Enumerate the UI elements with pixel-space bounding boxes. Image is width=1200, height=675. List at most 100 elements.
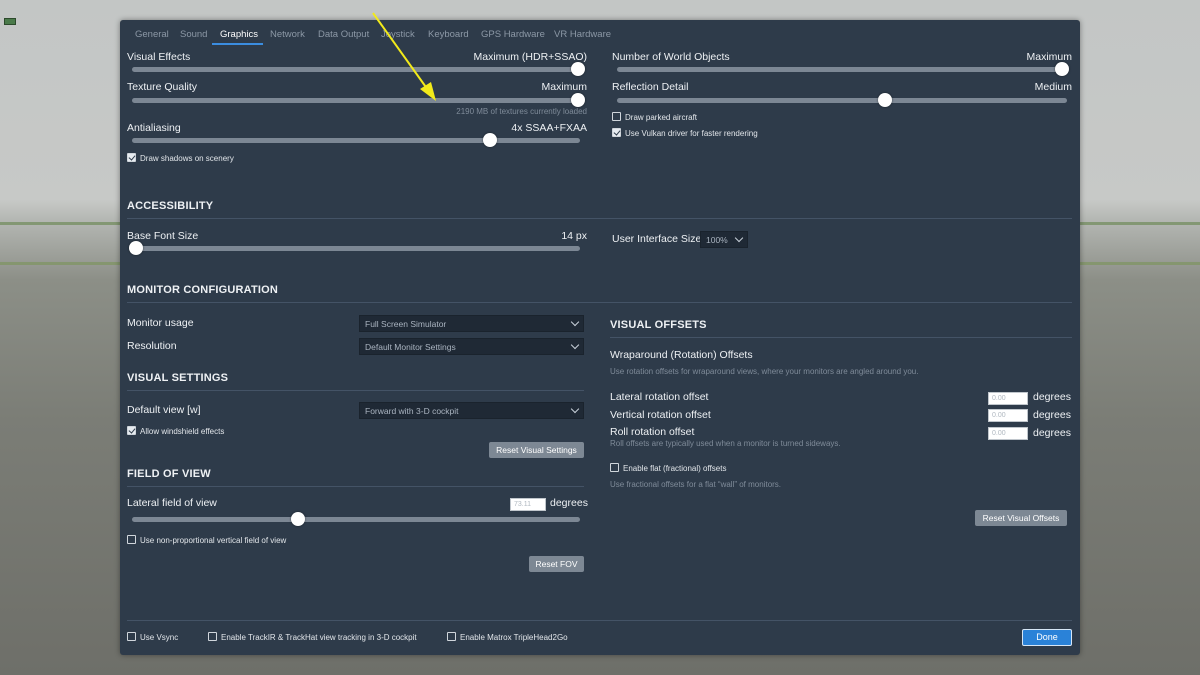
ui-size-dropdown[interactable]: 100% [700,231,748,248]
corner-indicator [4,18,16,25]
draw-shadows-label: Draw shadows on scenery [140,154,234,163]
default-view-dropdown[interactable]: Forward with 3-D cockpit [359,402,584,419]
windshield-label: Allow windshield effects [140,427,225,436]
vulkan-checkbox[interactable] [612,128,621,137]
lateral-offset-label: Lateral rotation offset [610,391,709,403]
draw-parked-aircraft-checkbox[interactable] [612,112,621,121]
tab-network[interactable]: Network [270,29,305,40]
vertical-offset-unit: degrees [1033,409,1071,421]
vsync-checkbox[interactable] [127,632,136,641]
reflection-detail-label: Reflection Detail [612,81,689,93]
flat-offsets-label: Enable flat (fractional) offsets [623,464,727,473]
antialiasing-label: Antialiasing [127,122,181,134]
lateral-fov-label: Lateral field of view [127,497,217,509]
tab-data-output[interactable]: Data Output [318,29,369,40]
reflection-detail-value: Medium [1034,81,1072,93]
chevron-down-icon [570,340,580,350]
tab-graphics[interactable]: Graphics [220,29,258,40]
windshield-checkbox[interactable] [127,426,136,435]
monitor-usage-label: Monitor usage [127,317,194,329]
slider-knob[interactable] [483,133,497,147]
tab-keyboard[interactable]: Keyboard [428,29,469,40]
draw-shadows-checkbox[interactable] [127,153,136,162]
draw-parked-aircraft-label: Draw parked aircraft [625,113,698,122]
chevron-down-icon [570,317,580,327]
flat-offsets-checkbox[interactable] [610,463,619,472]
default-view-label: Default view [w] [127,404,201,416]
divider [127,302,1072,303]
roll-offset-label: Roll rotation offset [610,426,695,438]
divider [127,390,584,391]
roll-offset-hint: Roll offsets are typically used when a m… [610,439,841,448]
vertical-offset-label: Vertical rotation offset [610,409,711,421]
monitor-config-header: MONITOR CONFIGURATION [127,284,279,296]
visual-effects-slider[interactable] [132,62,585,76]
divider [127,218,1072,219]
ui-size-label: User Interface Size [612,233,702,245]
visual-offsets-header: VISUAL OFFSETS [610,319,707,331]
monitor-usage-value: Full Screen Simulator [365,319,447,329]
roll-offset-unit: degrees [1033,427,1071,439]
lateral-offset-unit: degrees [1033,391,1071,403]
vertical-offset-input[interactable]: 0.00 [988,409,1028,422]
visual-effects-value: Maximum (HDR+SSAO) [473,51,587,63]
tab-bar: General Sound Graphics Network Data Outp… [120,20,1080,46]
resolution-dropdown[interactable]: Default Monitor Settings [359,338,584,355]
matrox-label: Enable Matrox TripleHead2Go [460,633,568,642]
reset-fov-button[interactable]: Reset FOV [529,556,584,572]
world-objects-label: Number of World Objects [612,51,730,63]
footer-divider [127,620,1072,621]
slider-knob[interactable] [571,62,585,76]
non-proportional-fov-checkbox[interactable] [127,535,136,544]
wraparound-title: Wraparound (Rotation) Offsets [610,349,753,361]
base-font-value: 14 px [561,230,587,242]
base-font-label: Base Font Size [127,230,199,242]
roll-offset-input[interactable]: 0.00 [988,427,1028,440]
lateral-fov-slider[interactable] [132,512,580,526]
texture-quality-slider[interactable] [132,93,585,107]
tab-joystick[interactable]: Joystick [381,29,415,40]
reset-visual-offsets-button[interactable]: Reset Visual Offsets [975,510,1067,526]
tab-vr-hardware[interactable]: VR Hardware [554,29,611,40]
fov-header: FIELD OF VIEW [127,468,211,480]
matrox-checkbox[interactable] [447,632,456,641]
divider [127,486,584,487]
slider-knob[interactable] [571,93,585,107]
default-view-value: Forward with 3-D cockpit [365,406,459,416]
lateral-offset-input[interactable]: 0.00 [988,392,1028,405]
lateral-fov-input[interactable]: 73.11 [510,498,546,511]
lateral-fov-unit: degrees [550,497,588,509]
slider-knob[interactable] [1055,62,1069,76]
texture-quality-label: Texture Quality [127,81,198,93]
ui-size-value: 100% [706,235,728,245]
world-objects-value: Maximum [1026,51,1072,63]
texture-quality-value: Maximum [541,81,587,93]
resolution-label: Resolution [127,340,177,352]
texture-memory-hint: 2190 MB of textures currently loaded [456,107,587,116]
active-tab-indicator [212,43,263,45]
visual-settings-header: VISUAL SETTINGS [127,372,229,384]
resolution-value: Default Monitor Settings [365,342,456,352]
tab-gps-hardware[interactable]: GPS Hardware [481,29,545,40]
trackir-checkbox[interactable] [208,632,217,641]
base-font-slider[interactable] [129,241,580,255]
tab-general[interactable]: General [135,29,169,40]
done-button[interactable]: Done [1022,629,1072,646]
chevron-down-icon [570,404,580,414]
vsync-label: Use Vsync [140,633,179,642]
slider-knob[interactable] [129,241,143,255]
trackir-label: Enable TrackIR & TrackHat view tracking … [221,633,417,642]
divider [610,337,1072,338]
reset-visual-settings-button[interactable]: Reset Visual Settings [489,442,584,458]
accessibility-header: ACCESSIBILITY [127,200,214,212]
wraparound-hint: Use rotation offsets for wraparound view… [610,367,919,376]
non-proportional-fov-label: Use non-proportional vertical field of v… [140,536,287,545]
antialiasing-slider[interactable] [132,133,580,147]
monitor-usage-dropdown[interactable]: Full Screen Simulator [359,315,584,332]
slider-knob[interactable] [291,512,305,526]
slider-knob[interactable] [878,93,892,107]
tab-sound[interactable]: Sound [180,29,207,40]
visual-effects-label: Visual Effects [127,51,191,63]
world-objects-slider[interactable] [617,62,1069,76]
reflection-detail-slider[interactable] [617,93,1067,107]
